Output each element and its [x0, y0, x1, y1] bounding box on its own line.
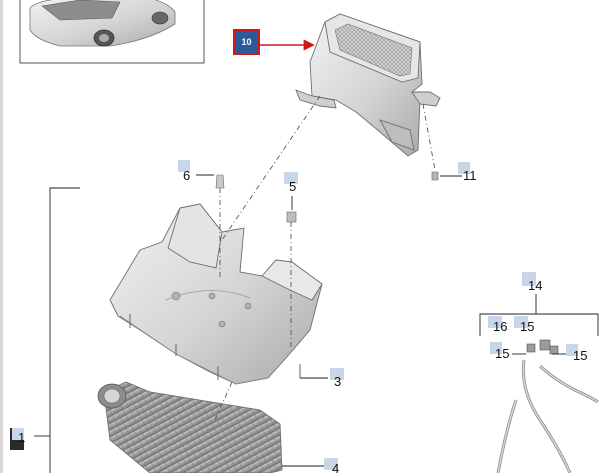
car-thumbnail-icon: [19, 0, 205, 64]
callout-5[interactable]: 5: [284, 172, 298, 210]
callout-4-label: 4: [332, 461, 339, 473]
parts-diagram: 10 1 3 4 5 6 11 14 16 15 15 15: [0, 0, 599, 473]
callout-3[interactable]: 3: [300, 368, 344, 389]
callout-14[interactable]: 14: [522, 272, 542, 293]
callout-15-right-label: 15: [573, 348, 587, 363]
callout-1-label: 1: [18, 430, 25, 445]
callout-16[interactable]: 16: [488, 316, 507, 334]
callout-6-label: 6: [183, 168, 190, 183]
callout-15-top[interactable]: 15: [514, 316, 534, 334]
intake-duct-part-10[interactable]: [295, 13, 441, 157]
callout-4[interactable]: 4: [282, 458, 339, 473]
page-edge: [0, 0, 3, 473]
callout-15-left[interactable]: 15: [490, 342, 526, 361]
assembly-1-bracket: [34, 187, 80, 473]
air-filter-part-4[interactable]: [97, 381, 283, 473]
callout-10-highlighted[interactable]: 10: [233, 29, 315, 55]
callout-16-label: 16: [493, 319, 507, 334]
callout-15-top-label: 15: [520, 319, 534, 334]
callout-15-left-label: 15: [495, 346, 509, 361]
air-box-housing-part-3[interactable]: [109, 203, 323, 385]
bolt-part-6[interactable]: [215, 174, 225, 189]
nut-part-5[interactable]: [286, 211, 297, 223]
callout-11-label: 11: [463, 168, 477, 183]
callout-14-label: 14: [528, 278, 542, 293]
callout-3-label: 3: [334, 374, 341, 389]
callout-5-label: 5: [289, 179, 296, 194]
callout-10-label: 10: [241, 37, 251, 47]
screw-part-11[interactable]: [431, 171, 439, 181]
callout-11[interactable]: 11: [440, 162, 477, 183]
callout-6[interactable]: 6: [178, 160, 214, 183]
